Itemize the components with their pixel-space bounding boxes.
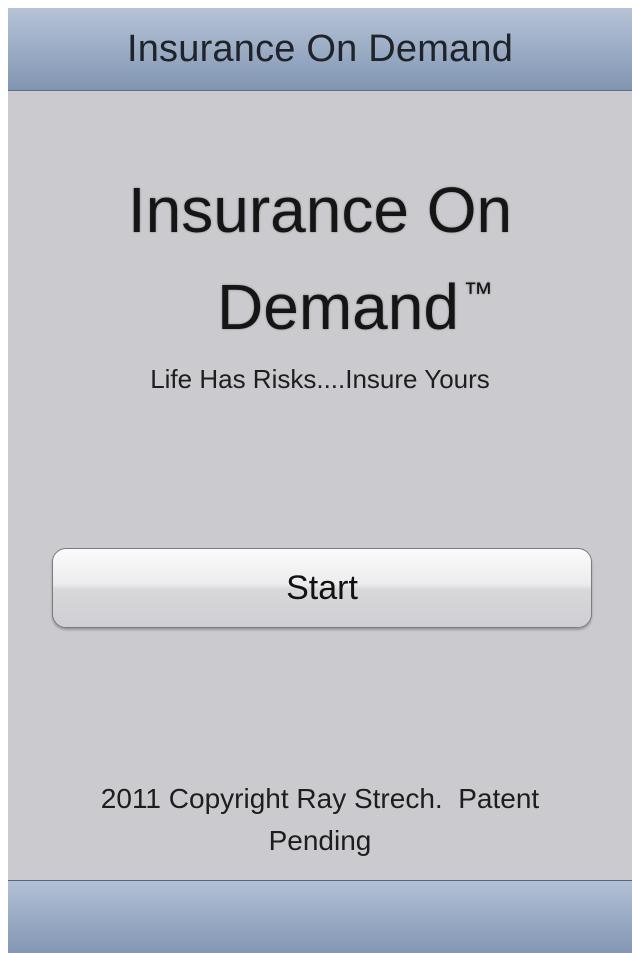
copyright-notice: 2011 Copyright Ray Strech. Patent Pendin… — [8, 778, 632, 862]
app-screen: Insurance On Demand Insurance On Demand ™… — [0, 0, 632, 953]
bottom-toolbar — [8, 880, 632, 953]
trademark-symbol: ™ — [462, 277, 493, 310]
hero-title: Insurance On Demand ™ — [8, 168, 632, 349]
hero-title-line2-wrap: Demand ™ — [8, 252, 632, 349]
copyright-line-1: 2011 Copyright Ray Strech. Patent — [100, 783, 540, 814]
navigation-bar: Insurance On Demand — [8, 8, 632, 91]
tagline: Life Has Risks....Insure Yours — [150, 364, 490, 394]
hero-title-line2: Demand — [217, 271, 459, 343]
screen-border-top — [0, 0, 632, 8]
start-button[interactable]: Start — [52, 548, 592, 628]
navbar-title: Insurance On Demand — [126, 27, 514, 70]
hero-title-line1: Insurance On — [127, 174, 513, 246]
start-button-label: Start — [286, 568, 358, 607]
copyright-line-2: Pending — [268, 825, 372, 856]
screen-border-left — [0, 0, 8, 953]
